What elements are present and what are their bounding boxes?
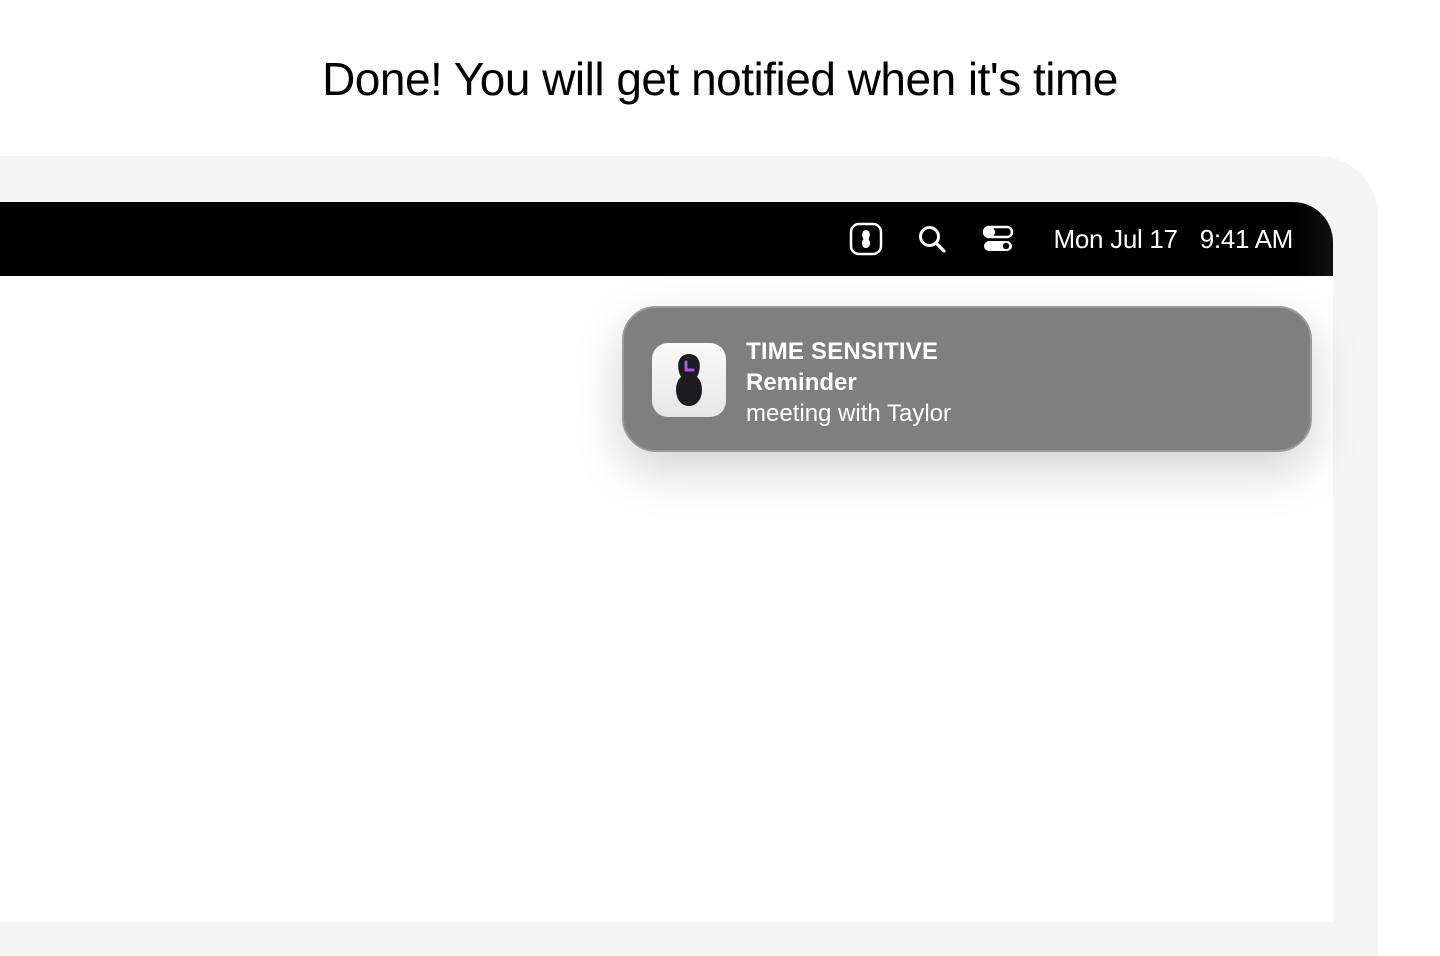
notification-body: meeting with Taylor — [746, 400, 951, 427]
notification-content: TIME SENSITIVE Reminder meeting with Tay… — [746, 336, 951, 429]
notification-category: TIME SENSITIVE — [746, 338, 939, 365]
menu-bar-time[interactable]: 9:41 AM — [1200, 224, 1294, 255]
notification-title: Reminder — [746, 369, 857, 396]
notification-banner[interactable]: TIME SENSITIVE Reminder meeting with Tay… — [622, 306, 1312, 452]
menu-bar-date[interactable]: Mon Jul 17 — [1054, 224, 1178, 255]
menu-bar-right-items: Mon Jul 17 9:41 AM — [818, 202, 1293, 276]
control-center-icon[interactable] — [980, 221, 1016, 257]
page-headline: Done! You will get notified when it's ti… — [322, 53, 1118, 105]
menu-bar: Mon Jul 17 9:41 AM — [0, 202, 1333, 276]
app-status-icon[interactable] — [848, 221, 884, 257]
search-icon[interactable] — [914, 221, 950, 257]
reminder-app-icon — [652, 343, 726, 417]
